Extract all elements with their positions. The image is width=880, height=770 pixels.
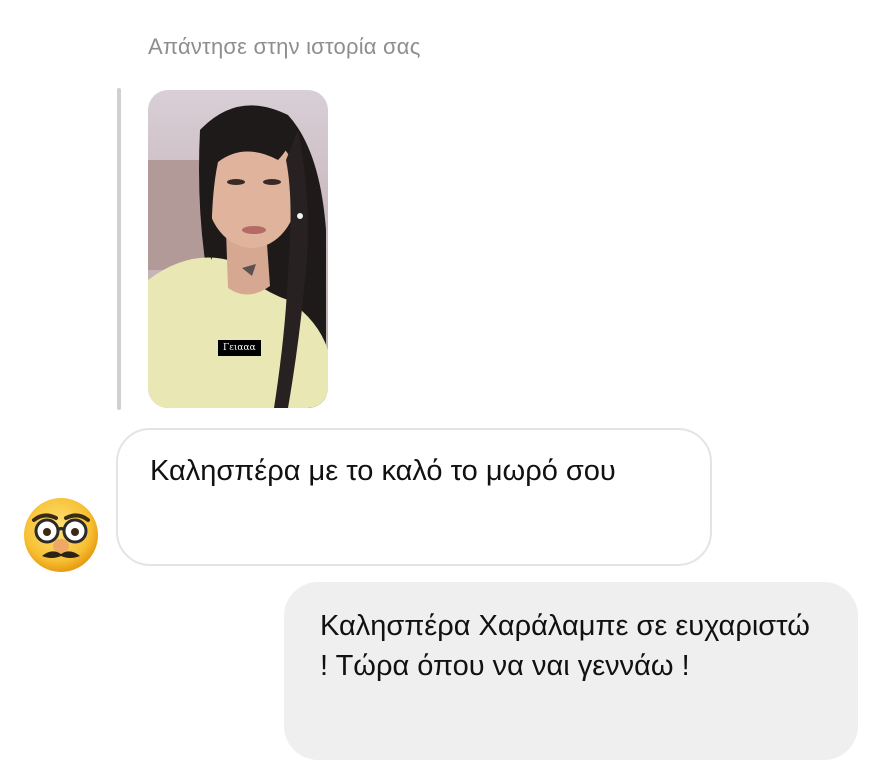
outgoing-message-text: Καλησπέρα Χαράλαμπε σε ευχαριστώ ! Τώρα …: [320, 610, 810, 682]
quote-bar: [117, 88, 121, 410]
reply-to-story-label: Απάντησε στην ιστορία σας: [148, 34, 421, 59]
nerd-disguise-emoji-icon: [24, 498, 98, 572]
story-caption: Γειααα: [218, 340, 261, 356]
story-thumbnail[interactable]: Γειααα: [148, 90, 328, 408]
outgoing-message-bubble[interactable]: Καλησπέρα Χαράλαμπε σε ευχαριστώ ! Τώρα …: [284, 582, 858, 760]
story-image: [148, 90, 328, 408]
sender-avatar[interactable]: [22, 496, 100, 574]
incoming-message-text: Καλησπέρα με το καλό το μωρό σου: [150, 455, 616, 487]
incoming-message-bubble[interactable]: Καλησπέρα με το καλό το μωρό σου: [116, 428, 712, 566]
